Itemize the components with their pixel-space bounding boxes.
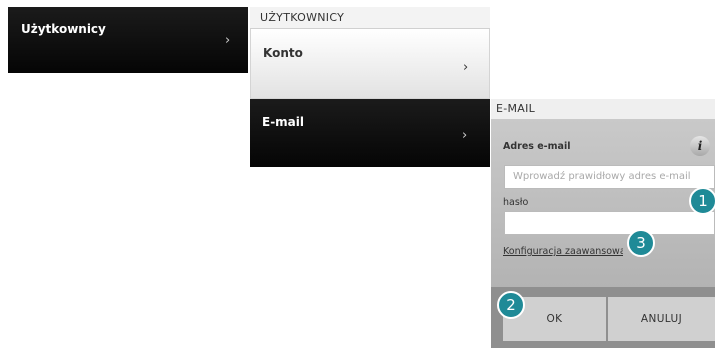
email-field[interactable]: Wprowadź prawidłowy adres e-mail bbox=[504, 165, 715, 189]
chevron-right-icon: › bbox=[463, 60, 469, 75]
info-icon[interactable]: i bbox=[690, 136, 710, 156]
users-label: Użytkownicy bbox=[21, 22, 106, 36]
chevron-right-icon: › bbox=[462, 128, 468, 143]
email-address-label: Adres e-mail bbox=[503, 141, 571, 152]
email-settings-panel: E-MAIL Adres e-mail i Wprowadź prawidłow… bbox=[491, 99, 715, 348]
password-label: hasło bbox=[503, 197, 529, 208]
users-submenu-panel: UŻYTKOWNICY Konto › E-mail › bbox=[250, 7, 490, 167]
email-label: E-mail bbox=[262, 115, 305, 129]
advanced-config-link[interactable]: Konfiguracja zaawansowana bbox=[503, 246, 623, 257]
callout-badge-1: 1 bbox=[689, 187, 715, 215]
callout-badge-3: 3 bbox=[627, 229, 655, 257]
email-form: Adres e-mail i Wprowadź prawidłowy adres… bbox=[491, 119, 715, 287]
email-panel-header: E-MAIL bbox=[491, 99, 715, 119]
account-label: Konto bbox=[263, 46, 303, 60]
cancel-button[interactable]: ANULUJ bbox=[608, 297, 715, 341]
password-field[interactable] bbox=[504, 211, 715, 235]
email-menu-item[interactable]: E-mail › bbox=[250, 99, 490, 167]
users-menu-item[interactable]: Użytkownicy › bbox=[8, 7, 248, 73]
callout-badge-2: 2 bbox=[497, 291, 525, 319]
users-submenu-header: UŻYTKOWNICY bbox=[250, 7, 490, 29]
chevron-right-icon: › bbox=[225, 33, 231, 48]
account-menu-item[interactable]: Konto › bbox=[250, 29, 490, 99]
